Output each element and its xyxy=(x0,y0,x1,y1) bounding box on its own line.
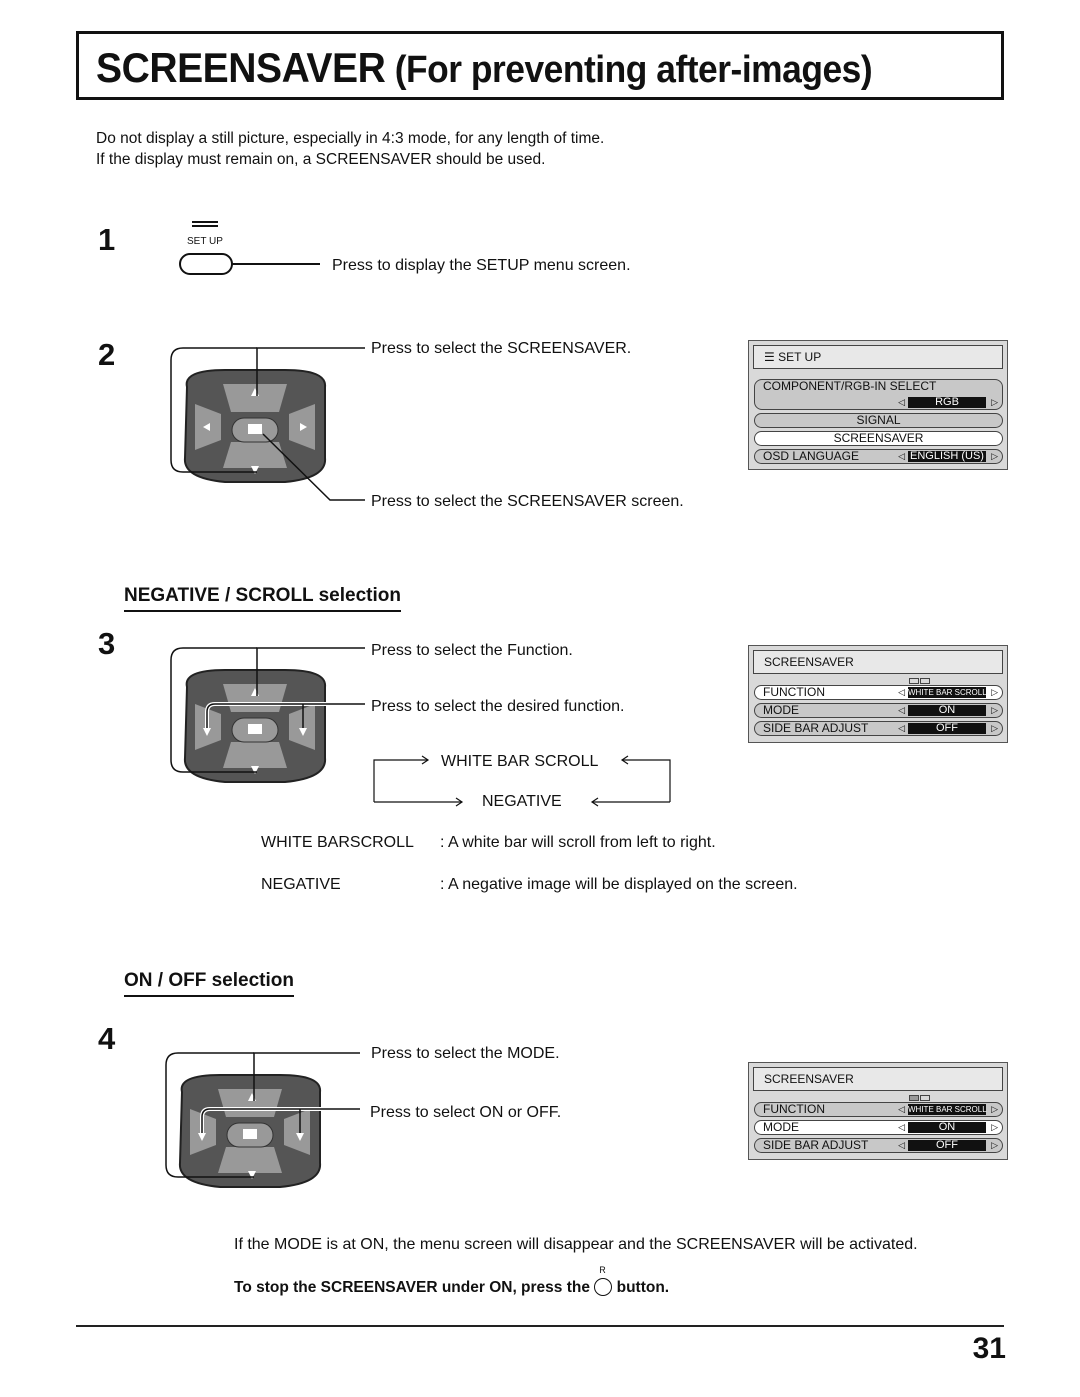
dpad-down-button xyxy=(223,442,287,468)
right-arrow-icon: ▷ xyxy=(991,1140,998,1150)
right-arrow-icon: ▷ xyxy=(991,397,998,407)
osd-row-side-bar-adjust[interactable]: SIDE BAR ADJUST ◁ OFF ▷ xyxy=(754,1138,1003,1153)
step3-instruction-up-down: Press to select the Function. xyxy=(371,642,573,659)
indicator-icon xyxy=(909,678,919,684)
left-arrow-icon: ◁ xyxy=(898,1122,905,1132)
osd-row-function[interactable]: FUNCTION ◁ WHITE BAR SCROLL ▷ xyxy=(754,685,1003,700)
definition-desc-negative: : A negative image will be displayed on … xyxy=(440,876,798,893)
osd-row-side-bar-adjust[interactable]: SIDE BAR ADJUST ◁ OFF ▷ xyxy=(754,721,1003,736)
definition-term-negative: NEGATIVE xyxy=(261,876,341,893)
menu-lines-icon: ☰ xyxy=(764,350,779,364)
osd-row-osd-language[interactable]: OSD LANGUAGE ◁ ENGLISH (US) ▷ xyxy=(754,449,1003,464)
menu-lines-icon xyxy=(192,221,218,229)
title-main: SCREENSAVER xyxy=(96,44,386,91)
osd-row-mode[interactable]: MODE ◁ ON ▷ xyxy=(754,703,1003,718)
step-number-4: 4 xyxy=(98,1021,116,1056)
osd-title: SCREENSAVER xyxy=(764,655,854,669)
dpad-diagram-step3 xyxy=(170,647,365,783)
screensaver-osd-menu-step4: SCREENSAVER FUNCTION ◁ WHITE BAR SCROLL … xyxy=(748,1062,1008,1160)
footer-rule xyxy=(76,1325,1004,1327)
definition-term-white-bar-scroll: WHITE BARSCROLL xyxy=(261,834,414,851)
osd-row-screensaver[interactable]: SCREENSAVER xyxy=(754,431,1003,446)
step2-instruction-up-down: Press to select the SCREENSAVER. xyxy=(371,340,632,357)
indicator-icon xyxy=(920,1095,930,1101)
right-arrow-icon: ▷ xyxy=(991,1104,998,1114)
indicator-icon xyxy=(909,1095,919,1101)
step3-instruction-left-right: Press to select the desired function. xyxy=(371,698,625,715)
right-arrow-icon: ▷ xyxy=(991,1122,998,1132)
mode-on-note: If the MODE is at ON, the menu screen wi… xyxy=(234,1236,918,1253)
step2-instruction-center: Press to select the SCREENSAVER screen. xyxy=(371,493,684,510)
osd-row-signal[interactable]: SIGNAL xyxy=(754,413,1003,428)
step4-instruction-up-down: Press to select the MODE. xyxy=(371,1045,560,1062)
right-arrow-icon: ▷ xyxy=(991,687,998,697)
intro-line-2: If the display must remain on, a SCREENS… xyxy=(96,151,546,168)
osd-header: SCREENSAVER xyxy=(753,1067,1003,1091)
page-number: 31 xyxy=(972,1332,1006,1365)
definition-desc-white-bar-scroll: : A white bar will scroll from left to r… xyxy=(440,834,716,851)
left-arrow-icon: ◁ xyxy=(898,1104,905,1114)
left-arrow-icon: ◁ xyxy=(898,1140,905,1150)
dpad-center-mark xyxy=(248,424,262,434)
step-number-2: 2 xyxy=(98,337,116,372)
dpad-diagram-step2 xyxy=(170,347,365,501)
left-arrow-icon: ◁ xyxy=(898,451,905,461)
page-title: SCREENSAVER (For preventing after-images… xyxy=(96,44,873,92)
dpad-diagram-step4 xyxy=(165,1052,360,1188)
right-arrow-icon: ▷ xyxy=(991,705,998,715)
setup-button[interactable] xyxy=(179,253,233,275)
osd-header: SCREENSAVER xyxy=(753,650,1003,674)
osd-row-component-rgb[interactable]: COMPONENT/RGB-IN SELECT ◁ RGB ▷ xyxy=(754,379,1003,410)
right-arrow-icon: ▷ xyxy=(991,451,998,461)
intro-line-1: Do not display a still picture, especial… xyxy=(96,130,605,147)
left-arrow-icon: ◁ xyxy=(898,397,905,407)
cycle-option-white-bar-scroll: WHITE BAR SCROLL xyxy=(441,753,599,770)
osd-header: ☰ SET UP xyxy=(753,345,1003,369)
indicator-icon xyxy=(920,678,930,684)
setup-button-label: SET UP xyxy=(187,236,223,247)
leader-line xyxy=(232,263,320,265)
osd-row-mode[interactable]: MODE ◁ ON ▷ xyxy=(754,1120,1003,1135)
step4-instruction-left-right: Press to select ON or OFF. xyxy=(370,1104,562,1121)
cycle-option-negative: NEGATIVE xyxy=(482,793,562,810)
osd-title: SCREENSAVER xyxy=(764,1072,854,1086)
r-button-icon: R xyxy=(594,1265,613,1296)
osd-row-function[interactable]: FUNCTION ◁ WHITE BAR SCROLL ▷ xyxy=(754,1102,1003,1117)
title-sub: (For preventing after-images) xyxy=(394,49,873,91)
stop-screensaver-note: To stop the SCREENSAVER under ON, press … xyxy=(234,1265,670,1296)
right-arrow-icon: ▷ xyxy=(991,723,998,733)
left-arrow-icon: ◁ xyxy=(898,723,905,733)
step-number-3: 3 xyxy=(98,626,116,661)
section-heading-on-off: ON / OFF selection xyxy=(124,970,294,997)
osd-title: SET UP xyxy=(778,350,822,364)
step-number-1: 1 xyxy=(98,222,116,257)
screensaver-osd-menu-step3: SCREENSAVER FUNCTION ◁ WHITE BAR SCROLL … xyxy=(748,645,1008,743)
section-heading-negative-scroll: NEGATIVE / SCROLL selection xyxy=(124,585,401,612)
left-arrow-icon: ◁ xyxy=(898,687,905,697)
setup-osd-menu: ☰ SET UP COMPONENT/RGB-IN SELECT ◁ RGB ▷… xyxy=(748,340,1008,470)
step1-instruction: Press to display the SETUP menu screen. xyxy=(332,257,631,274)
left-arrow-icon: ◁ xyxy=(898,705,905,715)
